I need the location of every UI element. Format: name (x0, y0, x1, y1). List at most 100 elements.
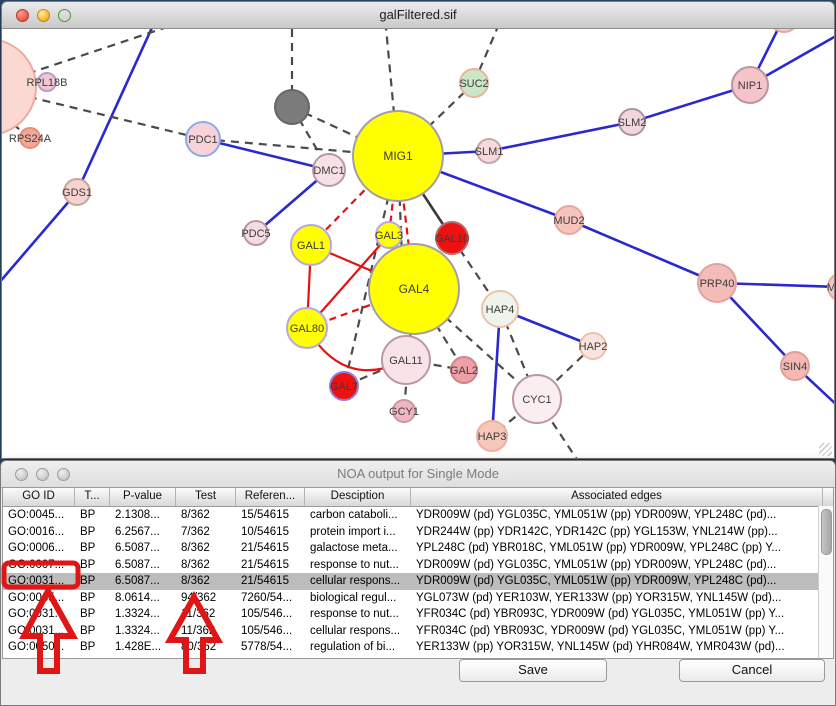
network-titlebar[interactable]: galFiltered.sif (2, 2, 834, 29)
node-label-GAL80: GAL80 (290, 323, 324, 335)
edge-blue[interactable] (569, 220, 717, 283)
node-label-PDC1: PDC1 (188, 134, 217, 146)
node-label-GAL10: GAL10 (435, 233, 469, 245)
column-header-p_value[interactable]: P-value (110, 488, 176, 506)
cell-type: BP (75, 573, 110, 590)
node-label-GAL3: GAL3 (375, 230, 403, 242)
column-header-go_id[interactable]: GO ID (3, 488, 75, 506)
table-row[interactable]: GO:0065...BP8.0614...94/3627260/54...bio… (3, 590, 833, 607)
window-title: NOA output for Single Mode (1, 466, 835, 481)
column-header-test[interactable]: Test (176, 488, 236, 506)
node-label-GAL2: GAL2 (450, 365, 478, 377)
cell-test: 7/362 (176, 524, 236, 541)
cell-go_id: GO:0031... (3, 573, 75, 590)
node-label-GAL11: GAL11 (389, 355, 422, 367)
cell-reference: 15/54615 (236, 507, 305, 524)
table-row[interactable]: GO:0031...BP1.3324...11/362105/546...res… (3, 606, 833, 623)
scrollbar-thumb[interactable] (821, 509, 832, 555)
cell-type: BP (75, 507, 110, 524)
cell-go_id: GO:0065... (3, 590, 75, 607)
table-row[interactable]: GO:0031...BP6.5087...8/36221/54615cellul… (3, 573, 833, 590)
table-row[interactable]: GO:0045...BP2.1308...8/36215/54615carbon… (3, 507, 833, 524)
node-label-MSN5: MSN5 (827, 282, 834, 294)
cell-p_value: 6.5087... (110, 540, 176, 557)
cell-test: 11/362 (176, 623, 236, 640)
go-term-table: GO IDT...P-valueTestReferen...Desciption… (2, 487, 834, 659)
cell-go_id: GO:0007... (3, 557, 75, 574)
network-canvas[interactable]: RPL18BRPS24AGDS1PDC1MIG1SUC2SLM1SLM2NIP1… (2, 29, 834, 458)
window-title: galFiltered.sif (2, 7, 834, 22)
edge-blue[interactable] (489, 122, 632, 151)
column-header-type[interactable]: T... (75, 488, 110, 506)
cell-p_value: 1.3324... (110, 606, 176, 623)
cell-desciption: cellular respons... (305, 623, 411, 640)
cell-reference: 105/546... (236, 606, 305, 623)
cell-p_value: 1.3324... (110, 623, 176, 640)
cell-reference: 7260/54... (236, 590, 305, 607)
cancel-button[interactable]: Cancel (679, 659, 825, 682)
cell-go_id: GO:0050... (3, 639, 75, 656)
cell-desciption: carbon cataboli... (305, 507, 411, 524)
cell-reference: 105/546... (236, 623, 305, 640)
cell-associated_edges: YDR009W (pd) YGL035C, YML051W (pp) YDR00… (411, 557, 823, 574)
vertical-scrollbar[interactable] (818, 506, 833, 658)
node-label-HAP4: HAP4 (486, 304, 515, 316)
cell-type: BP (75, 557, 110, 574)
cell-associated_edges: YPL248C (pd) YBR018C, YML051W (pp) YDR00… (411, 540, 823, 557)
table-row[interactable]: GO:0007...BP6.5087...8/36221/54615respon… (3, 557, 833, 574)
node-label-MUD2: MUD2 (553, 215, 584, 227)
cell-desciption: response to nut... (305, 557, 411, 574)
node-top-right-node[interactable] (769, 29, 799, 32)
cell-reference: 21/54615 (236, 573, 305, 590)
cell-desciption: galactose meta... (305, 540, 411, 557)
network-window: galFiltered.sif RPL18BRPS24AGDS1PDC1MIG1… (1, 1, 835, 459)
node-label-RPL18B: RPL18B (27, 77, 68, 89)
node-label-MIG1: MIG1 (383, 149, 413, 163)
cell-associated_edges: YER133W (pp) YOR315W, YNL145W (pd) YHR08… (411, 639, 823, 656)
node-label-GCY1: GCY1 (389, 406, 419, 418)
save-button[interactable]: Save (459, 659, 607, 682)
cell-reference: 21/54615 (236, 540, 305, 557)
cell-go_id: GO:0016... (3, 524, 75, 541)
node-unnamed-gray[interactable] (275, 90, 309, 124)
cell-type: BP (75, 590, 110, 607)
table-row[interactable]: GO:0031...BP1.3324...11/362105/546...cel… (3, 623, 833, 640)
cell-go_id: GO:0031... (3, 606, 75, 623)
cell-type: BP (75, 606, 110, 623)
cell-desciption: biological regul... (305, 590, 411, 607)
cell-reference: 5778/54... (236, 639, 305, 656)
cell-type: BP (75, 524, 110, 541)
cell-test: 11/362 (176, 606, 236, 623)
cell-desciption: cellular respons... (305, 573, 411, 590)
cell-desciption: response to nut... (305, 606, 411, 623)
cell-desciption: protein import i... (305, 524, 411, 541)
noa-titlebar[interactable]: NOA output for Single Mode (1, 461, 835, 488)
table-row[interactable]: GO:0006...BP6.5087...8/36221/54615galact… (3, 540, 833, 557)
node-label-SIN4: SIN4 (783, 361, 807, 373)
column-header-reference[interactable]: Referen... (236, 488, 305, 506)
edge-blue[interactable] (492, 309, 500, 436)
cell-associated_edges: YFR034C (pd) YBR093C, YDR009W (pd) YGL03… (411, 623, 823, 640)
column-header-associated_edges[interactable]: Associated edges (411, 488, 823, 506)
column-header-desciption[interactable]: Desciption (305, 488, 411, 506)
node-label-PDC5: PDC5 (241, 228, 270, 240)
cell-test: 80/362 (176, 639, 236, 656)
cell-reference: 10/54615 (236, 524, 305, 541)
node-label-HAP3: HAP3 (478, 431, 507, 443)
edge-blue[interactable] (2, 192, 77, 291)
resize-grip[interactable] (819, 443, 832, 456)
node-label-RPS24A: RPS24A (9, 133, 52, 145)
table-row[interactable]: GO:0016...BP6.2567...7/36210/54615protei… (3, 524, 833, 541)
cell-p_value: 6.5087... (110, 573, 176, 590)
cell-p_value: 6.5087... (110, 557, 176, 574)
cell-type: BP (75, 540, 110, 557)
cell-p_value: 2.1308... (110, 507, 176, 524)
node-label-CYC1: CYC1 (522, 394, 551, 406)
cell-desciption: regulation of bi... (305, 639, 411, 656)
cell-test: 8/362 (176, 507, 236, 524)
table-row[interactable]: GO:0050...BP1.428E...80/3625778/54...reg… (3, 639, 833, 656)
cell-p_value: 1.428E... (110, 639, 176, 656)
node-label-PRP40: PRP40 (700, 278, 735, 290)
cell-type: BP (75, 639, 110, 656)
node-label-DMC1: DMC1 (313, 165, 344, 177)
